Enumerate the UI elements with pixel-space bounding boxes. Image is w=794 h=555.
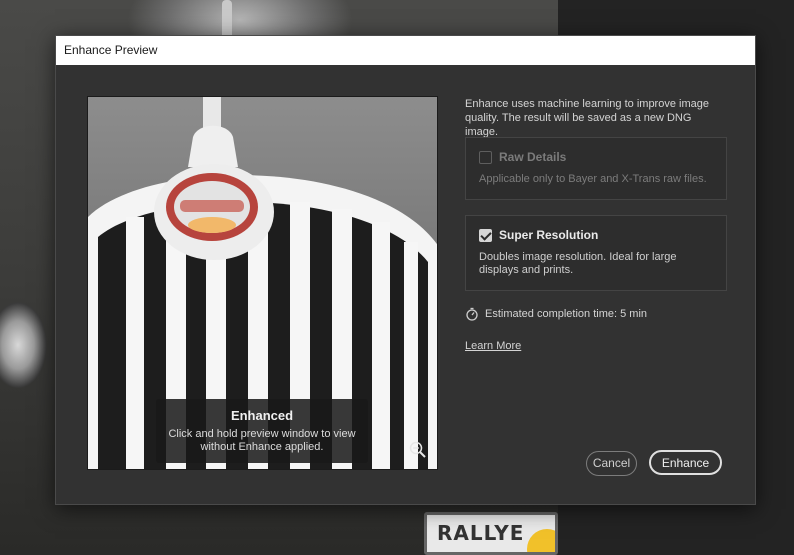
estimated-time: Estimated completion time: 5 min bbox=[465, 307, 647, 321]
estimated-time-text: Estimated completion time: 5 min bbox=[485, 308, 648, 320]
chrome-trim bbox=[222, 0, 232, 40]
overlay-text: Click and hold preview window to view wi… bbox=[168, 428, 356, 453]
license-plate: RALLYE bbox=[424, 512, 558, 555]
super-resolution-option: Super Resolution Doubles image resolutio… bbox=[465, 215, 727, 291]
plate-emblem bbox=[527, 529, 555, 552]
super-resolution-description: Doubles image resolution. Ideal for larg… bbox=[479, 251, 677, 276]
super-resolution-label[interactable]: Super Resolution bbox=[499, 228, 598, 242]
learn-more-link[interactable]: Learn More bbox=[465, 340, 521, 352]
overlay-title: Enhanced bbox=[230, 408, 294, 423]
raw-details-option: Raw Details Applicable only to Bayer and… bbox=[465, 137, 727, 200]
intro-text: Enhance uses machine learning to improve… bbox=[465, 98, 709, 138]
stopwatch-icon bbox=[466, 307, 478, 321]
cancel-button[interactable]: Cancel bbox=[586, 451, 637, 476]
dialog-title: Enhance Preview bbox=[56, 36, 755, 65]
raw-details-label: Raw Details bbox=[499, 150, 567, 164]
raw-details-description: Applicable only to Bayer and X-Trans raw… bbox=[479, 173, 707, 185]
enhance-preview-dialog: Enhance Preview Enhanced Click and hold … bbox=[55, 35, 756, 505]
enhance-button[interactable]: Enhance bbox=[649, 450, 722, 475]
super-resolution-checkbox[interactable] bbox=[479, 228, 492, 242]
zoom-out-icon[interactable] bbox=[409, 441, 427, 459]
enhanced-overlay: Enhanced Click and hold preview window t… bbox=[156, 399, 368, 463]
preview-window[interactable]: Enhanced Click and hold preview window t… bbox=[87, 96, 438, 470]
raw-details-checkbox[interactable] bbox=[479, 150, 492, 164]
options-panel: Enhance uses machine learning to improve… bbox=[465, 96, 727, 352]
